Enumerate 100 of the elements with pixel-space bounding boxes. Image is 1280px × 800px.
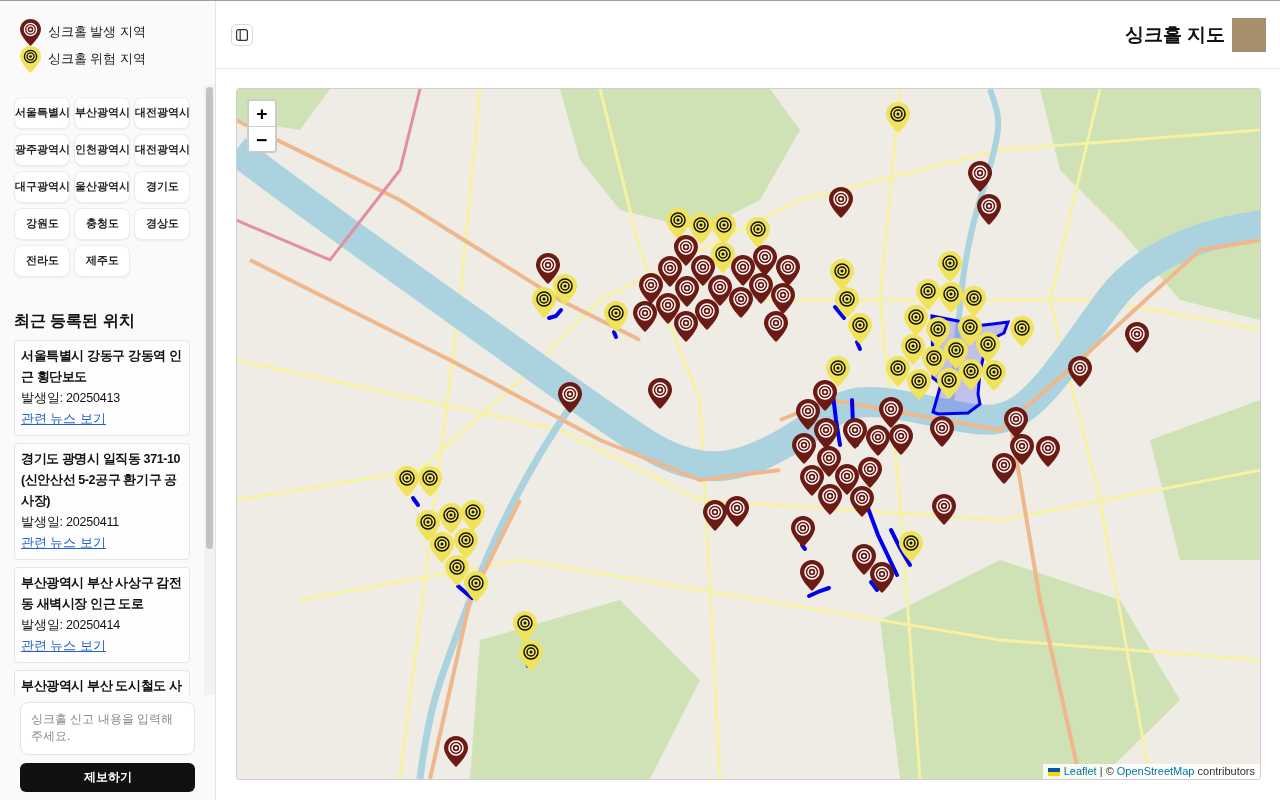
map-pin-icon[interactable] <box>519 640 543 671</box>
map-pin-icon[interactable] <box>464 571 488 602</box>
map-pin-icon[interactable] <box>712 213 736 244</box>
map-pin-icon[interactable] <box>445 555 469 586</box>
map-pin-icon[interactable] <box>1125 322 1149 353</box>
map-pin-icon[interactable] <box>938 251 962 282</box>
map-pin-icon[interactable] <box>932 494 956 525</box>
osm-link[interactable]: OpenStreetMap <box>1116 765 1195 777</box>
map-pin-icon[interactable] <box>800 465 824 496</box>
report-textarea[interactable]: 싱크홀 신고 내용을 입력해주세요. <box>20 702 195 755</box>
map-pin-icon[interactable] <box>771 283 795 314</box>
map-pin-icon[interactable] <box>866 425 890 456</box>
map-pin-icon[interactable] <box>926 317 950 348</box>
map-pin-icon[interactable] <box>731 255 755 286</box>
region-button[interactable]: 울산광역시 <box>74 171 130 203</box>
map-pin-icon[interactable] <box>674 311 698 342</box>
map-pin-icon[interactable] <box>695 299 719 330</box>
map-pin-icon[interactable] <box>444 736 468 767</box>
map-pin-icon[interactable] <box>753 245 777 276</box>
map-pin-icon[interactable] <box>830 259 854 290</box>
map-pin-icon[interactable] <box>848 313 872 344</box>
news-link[interactable]: 관련 뉴스 보기 <box>21 412 106 426</box>
map-pin-icon[interactable] <box>395 466 419 497</box>
map-pin-icon[interactable] <box>1068 356 1092 387</box>
map-pin-icon[interactable] <box>729 287 753 318</box>
map-pin-icon[interactable] <box>962 286 986 317</box>
map-pin-icon[interactable] <box>930 416 954 447</box>
region-button[interactable]: 대전광역시 <box>134 134 190 166</box>
region-button[interactable]: 경기도 <box>134 171 190 203</box>
map-pin-icon[interactable] <box>976 332 1000 363</box>
map-pin-icon[interactable] <box>886 102 910 133</box>
map-pin-icon[interactable] <box>536 253 560 284</box>
map-pin-icon[interactable] <box>532 287 556 318</box>
map-pin-icon[interactable] <box>416 510 440 541</box>
map-pin-icon[interactable] <box>850 486 874 517</box>
map-pin-icon[interactable] <box>746 217 770 248</box>
sidebar-toggle-button[interactable] <box>231 23 253 46</box>
map-pin-icon[interactable] <box>835 287 859 318</box>
map-pin-icon[interactable] <box>843 418 867 449</box>
map-pin-icon[interactable] <box>939 282 963 313</box>
map-pin-icon[interactable] <box>959 359 983 390</box>
map-pin-icon[interactable] <box>814 418 838 449</box>
map-pin-icon[interactable] <box>776 255 800 286</box>
map-pin-icon[interactable] <box>818 484 842 515</box>
map-pin-icon[interactable] <box>725 496 749 527</box>
map-pin-icon[interactable] <box>430 532 454 563</box>
map-pin-icon[interactable] <box>439 503 463 534</box>
map-pin-icon[interactable] <box>604 301 628 332</box>
map-pin-icon[interactable] <box>791 516 815 547</box>
map-pin-icon[interactable] <box>553 274 577 305</box>
region-button[interactable]: 전라도 <box>14 245 70 277</box>
map-pin-icon[interactable] <box>656 293 680 324</box>
map-pin-icon[interactable] <box>792 433 816 464</box>
news-link[interactable]: 관련 뉴스 보기 <box>21 536 106 550</box>
map-pin-icon[interactable] <box>800 560 824 591</box>
map-view[interactable]: + − Leaflet | © OpenStreetMap contributors <box>236 88 1261 780</box>
scrollbar-thumb[interactable] <box>206 87 213 549</box>
map-pin-icon[interactable] <box>899 531 923 562</box>
zoom-out-button[interactable]: − <box>249 126 275 151</box>
news-link[interactable]: 관련 뉴스 보기 <box>21 639 106 653</box>
map-pin-icon[interactable] <box>764 311 788 342</box>
submit-button[interactable]: 제보하기 <box>20 763 195 792</box>
map-pin-icon[interactable] <box>813 380 837 411</box>
map-pin-icon[interactable] <box>633 301 657 332</box>
map-pin-icon[interactable] <box>852 544 876 575</box>
map-pin-icon[interactable] <box>558 382 582 413</box>
region-button[interactable]: 대전광역시 <box>134 97 190 129</box>
region-button[interactable]: 광주광역시 <box>14 134 70 166</box>
map-pin-icon[interactable] <box>648 378 672 409</box>
map-pin-icon[interactable] <box>454 528 478 559</box>
map-pin-icon[interactable] <box>675 276 699 307</box>
map-pin-icon[interactable] <box>418 466 442 497</box>
map-pin-icon[interactable] <box>666 208 690 239</box>
map-pin-icon[interactable] <box>937 368 961 399</box>
map-pin-icon[interactable] <box>858 457 882 488</box>
map-pin-icon[interactable] <box>703 500 727 531</box>
map-pin-icon[interactable] <box>749 273 773 304</box>
map-pin-icon[interactable] <box>513 611 537 642</box>
map-pin-icon[interactable] <box>889 424 913 455</box>
map-pin-icon[interactable] <box>826 356 850 387</box>
map-pin-icon[interactable] <box>886 356 910 387</box>
map-pin-icon[interactable] <box>689 213 713 244</box>
region-button[interactable]: 대구광역시 <box>14 171 70 203</box>
map-pin-icon[interactable] <box>916 279 940 310</box>
map-pin-icon[interactable] <box>904 305 928 336</box>
map-pin-icon[interactable] <box>829 187 853 218</box>
map-pin-icon[interactable] <box>907 369 931 400</box>
leaflet-link[interactable]: Leaflet <box>1063 765 1097 777</box>
map-pin-icon[interactable] <box>1004 407 1028 438</box>
map-pin-icon[interactable] <box>461 500 485 531</box>
map-pin-icon[interactable] <box>1010 316 1034 347</box>
region-button[interactable]: 부산광역시 <box>74 97 130 129</box>
map-pin-icon[interactable] <box>968 161 992 192</box>
region-button[interactable]: 경상도 <box>134 208 190 240</box>
map-pin-icon[interactable] <box>879 397 903 428</box>
map-pin-icon[interactable] <box>796 399 820 430</box>
region-button[interactable]: 제주도 <box>74 245 130 277</box>
map-pin-icon[interactable] <box>1010 434 1034 465</box>
map-pin-icon[interactable] <box>870 562 894 593</box>
map-pin-icon[interactable] <box>982 360 1006 391</box>
